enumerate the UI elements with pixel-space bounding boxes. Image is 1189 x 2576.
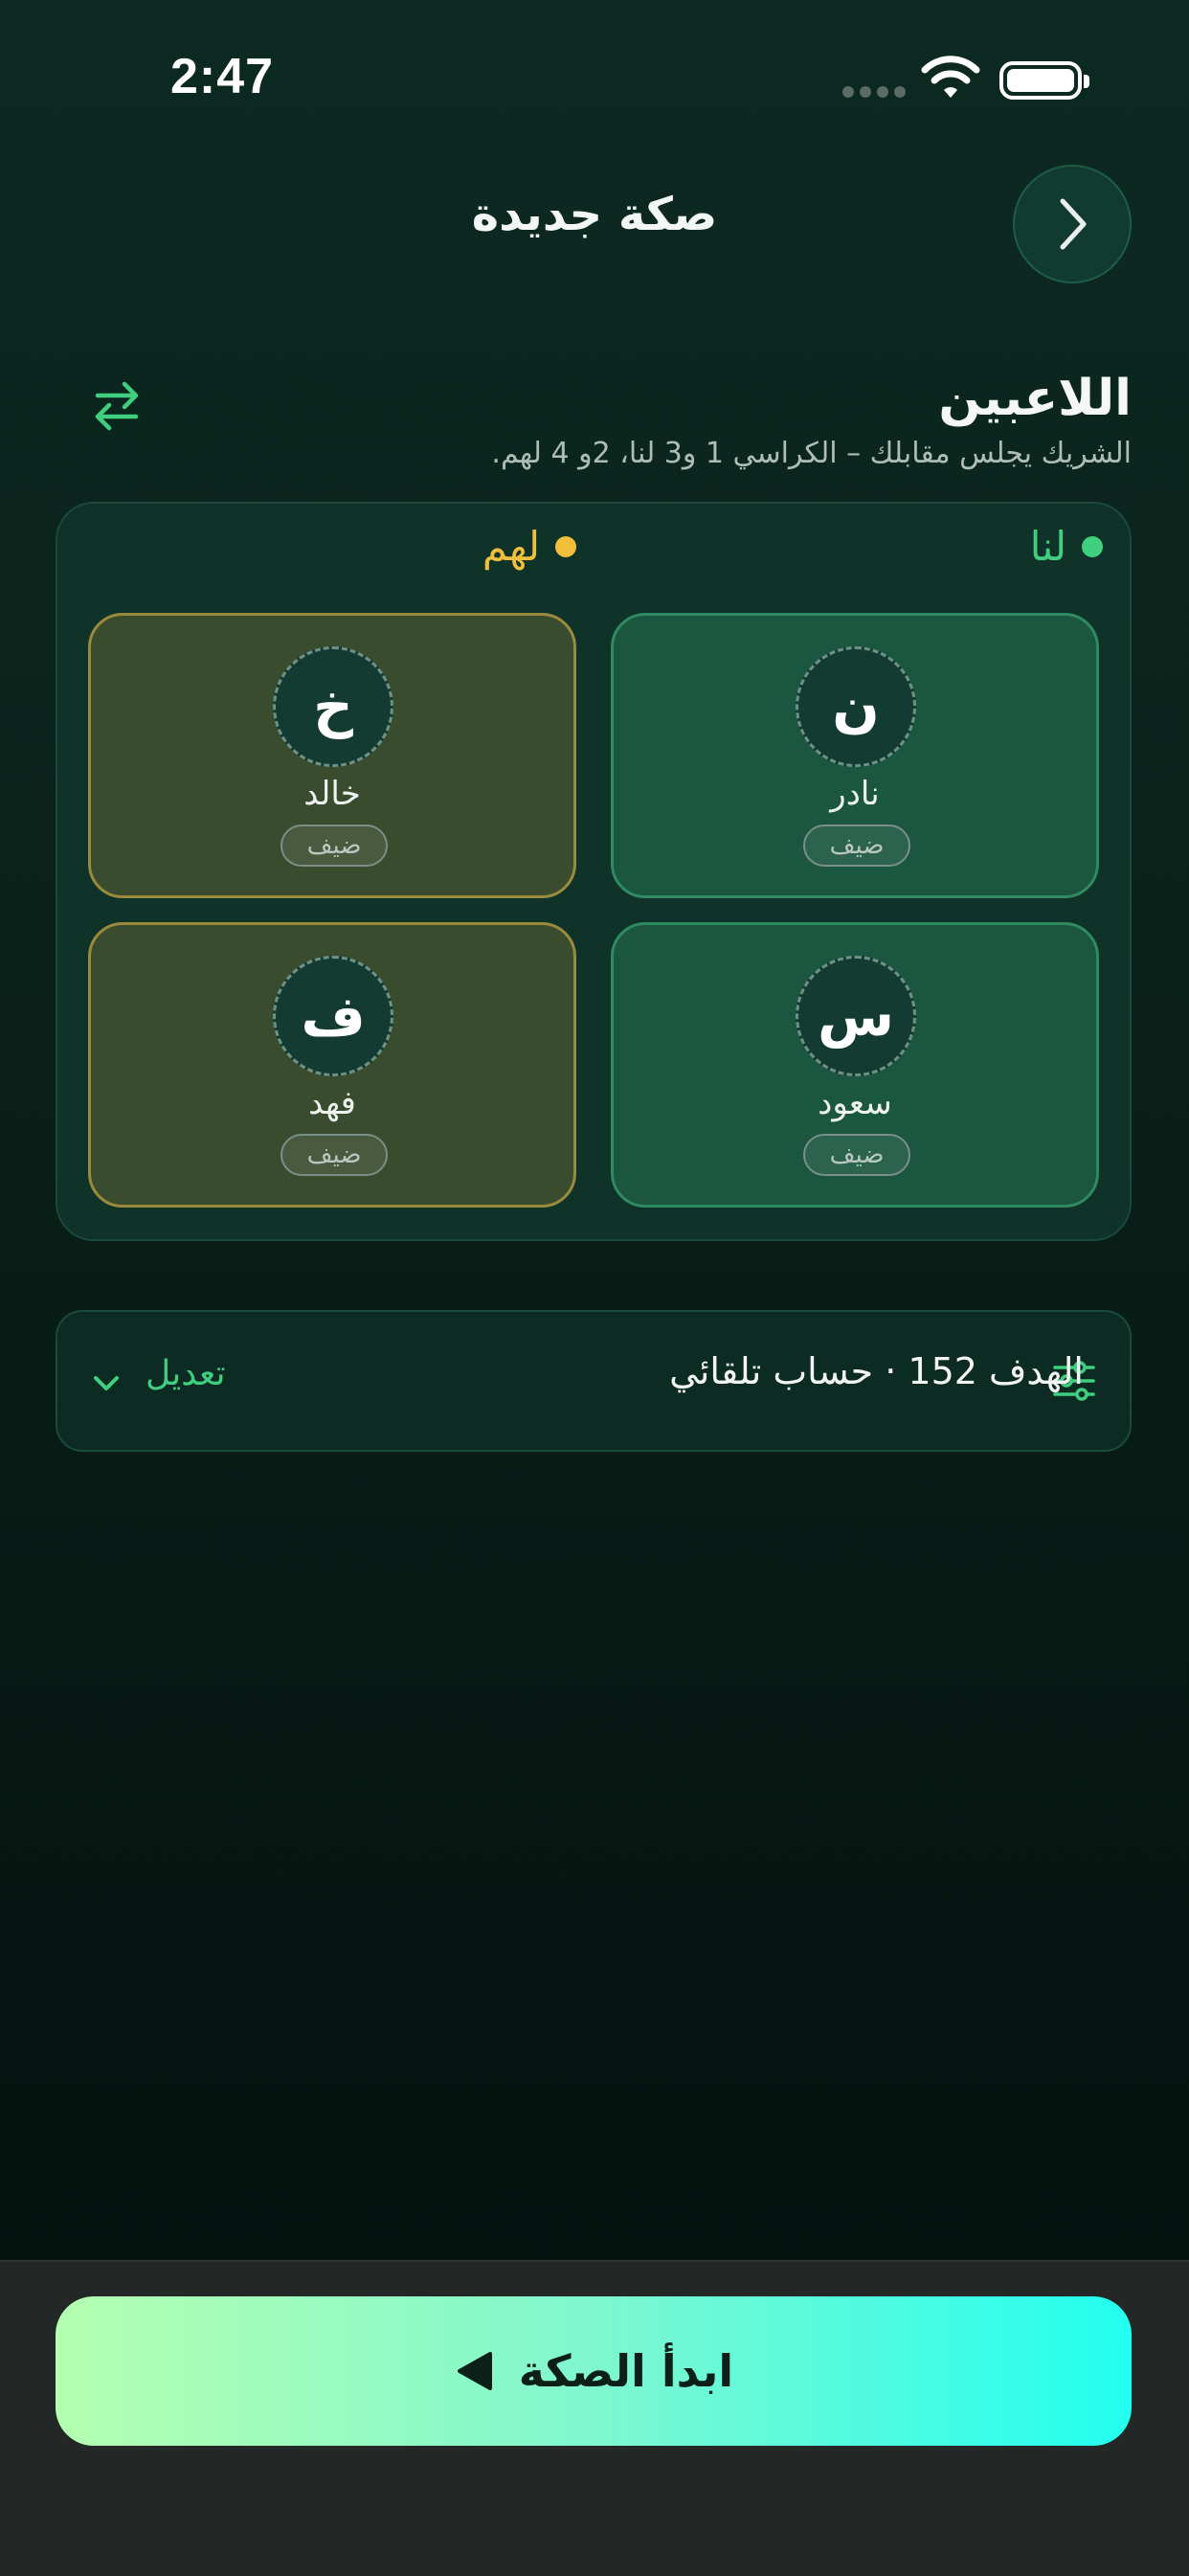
chevron-right-icon (1060, 198, 1087, 250)
signal-icon (842, 86, 906, 98)
page-title: صكة جديدة (471, 188, 718, 241)
avatar: س (796, 956, 916, 1076)
chevron-down-icon[interactable] (90, 1367, 123, 1400)
team-us-dot (1082, 535, 1103, 557)
seat-card-2[interactable]: خ خالد ضيف (88, 613, 576, 898)
seat-card-4[interactable]: ف فهد ضيف (88, 922, 576, 1208)
guest-badge: ضيف (803, 1134, 910, 1176)
wifi-icon (921, 56, 980, 98)
edit-button[interactable]: تعديل (146, 1354, 226, 1393)
status-time: 2:47 (170, 49, 275, 104)
team-us-label: لنا (1030, 523, 1103, 570)
player-name: نادر (830, 775, 880, 813)
avatar: خ (273, 646, 393, 767)
avatar: ن (796, 646, 916, 767)
player-name: خالد (303, 775, 361, 813)
seat-card-1[interactable]: ن نادر ضيف (611, 613, 1099, 898)
play-icon (457, 2352, 492, 2390)
settings-summary: الهدف 152 · حساب تلقائي (669, 1350, 1084, 1392)
guest-badge: ضيف (803, 825, 910, 867)
swap-icon[interactable] (92, 381, 142, 431)
battery-icon (999, 61, 1089, 100)
section-subtitle: الشريك يجلس مقابلك – الكراسي 1 و3 لنا، 2… (491, 437, 1132, 470)
seat-card-3[interactable]: س سعود ضيف (611, 922, 1099, 1208)
team-them-dot (555, 535, 576, 557)
team-them-text: لهم (482, 523, 540, 570)
team-them-label: لهم (482, 523, 576, 570)
back-button[interactable] (1013, 165, 1132, 283)
player-name: سعود (818, 1084, 892, 1122)
player-name: فهد (308, 1084, 356, 1122)
start-game-button[interactable]: ابدأ الصكة (56, 2296, 1132, 2446)
guest-badge: ضيف (280, 1134, 388, 1176)
guest-badge: ضيف (280, 825, 388, 867)
avatar: ف (273, 956, 393, 1076)
team-us-text: لنا (1029, 523, 1066, 570)
start-game-label: ابدأ الصكة (518, 2345, 734, 2397)
section-title: اللاعبين (938, 370, 1132, 427)
